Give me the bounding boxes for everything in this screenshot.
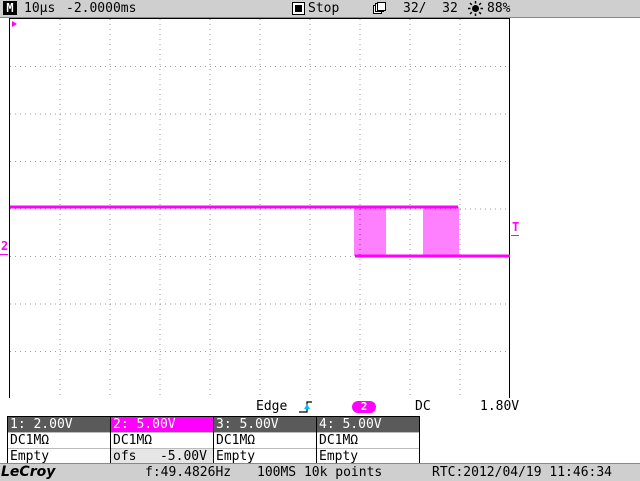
channel-2-scale: 2: 5.00V xyxy=(111,417,213,432)
brand-logo: LeCroy xyxy=(1,464,56,480)
channel-2-coupling: DC1MΩ xyxy=(111,432,213,448)
run-state[interactable]: Stop xyxy=(308,0,339,17)
channel-3-status: Empty xyxy=(214,448,316,464)
top-status-bar: M 10µs -2.0000ms Stop 32/ 32 88% xyxy=(0,0,640,18)
realtime-clock: RTC:2012/04/19 11:46:34 xyxy=(432,465,613,480)
channel-3-scale: 3: 5.00V xyxy=(214,417,316,432)
trigger-settings[interactable]: Edge 2 DC 1.80V xyxy=(0,398,640,416)
brightness-icon[interactable] xyxy=(468,1,483,16)
trigger-type[interactable]: Edge xyxy=(256,398,287,416)
timebase-readout[interactable]: 10µs xyxy=(24,0,55,17)
channel-4-scale: 4: 5.00V xyxy=(317,417,419,432)
mode-indicator[interactable]: M xyxy=(3,1,17,15)
channel-2-box[interactable]: 2: 5.00V DC1MΩ ofs -5.00V xyxy=(110,416,214,464)
channel-3-box[interactable]: 3: 5.00V DC1MΩ Empty xyxy=(213,416,317,464)
channel-4-status: Empty xyxy=(317,448,419,464)
brightness-value: 88% xyxy=(487,1,511,16)
bottom-status-bar: LeCroy f:49.4826Hz 100MS 10k points RTC:… xyxy=(0,463,640,481)
channel-2-marker-underline xyxy=(0,254,8,255)
waveform-display[interactable] xyxy=(0,18,640,398)
delay-readout[interactable]: -2.0000ms xyxy=(66,0,136,17)
acquisition-count: 32/ 32 xyxy=(403,1,458,16)
frequency-readout: f:49.4826Hz xyxy=(145,465,232,480)
history-icon[interactable] xyxy=(373,2,386,14)
trigger-level[interactable]: 1.80V xyxy=(480,398,519,416)
trigger-marker-underline xyxy=(511,235,519,236)
channel-1-scale: 1: 2.00V xyxy=(8,417,110,432)
sample-info: 100MS 10k points xyxy=(257,465,383,480)
stop-icon[interactable] xyxy=(292,2,305,15)
channel-2-offset-marker[interactable]: 2 xyxy=(1,240,8,252)
channel-1-box[interactable]: 1: 2.00V DC1MΩ Empty xyxy=(7,416,111,464)
channel-2-offset: ofs -5.00V xyxy=(111,448,213,464)
channel-4-coupling: DC1MΩ xyxy=(317,432,419,448)
trigger-level-marker[interactable]: T xyxy=(512,221,519,233)
channel-4-box[interactable]: 4: 5.00V DC1MΩ Empty xyxy=(316,416,420,464)
rising-edge-icon xyxy=(299,401,312,413)
channel-3-coupling: DC1MΩ xyxy=(214,432,316,448)
trigger-source-badge[interactable]: 2 xyxy=(352,401,376,413)
trigger-coupling[interactable]: DC xyxy=(415,398,431,416)
channel-1-coupling: DC1MΩ xyxy=(8,432,110,448)
channel-1-status: Empty xyxy=(8,448,110,464)
